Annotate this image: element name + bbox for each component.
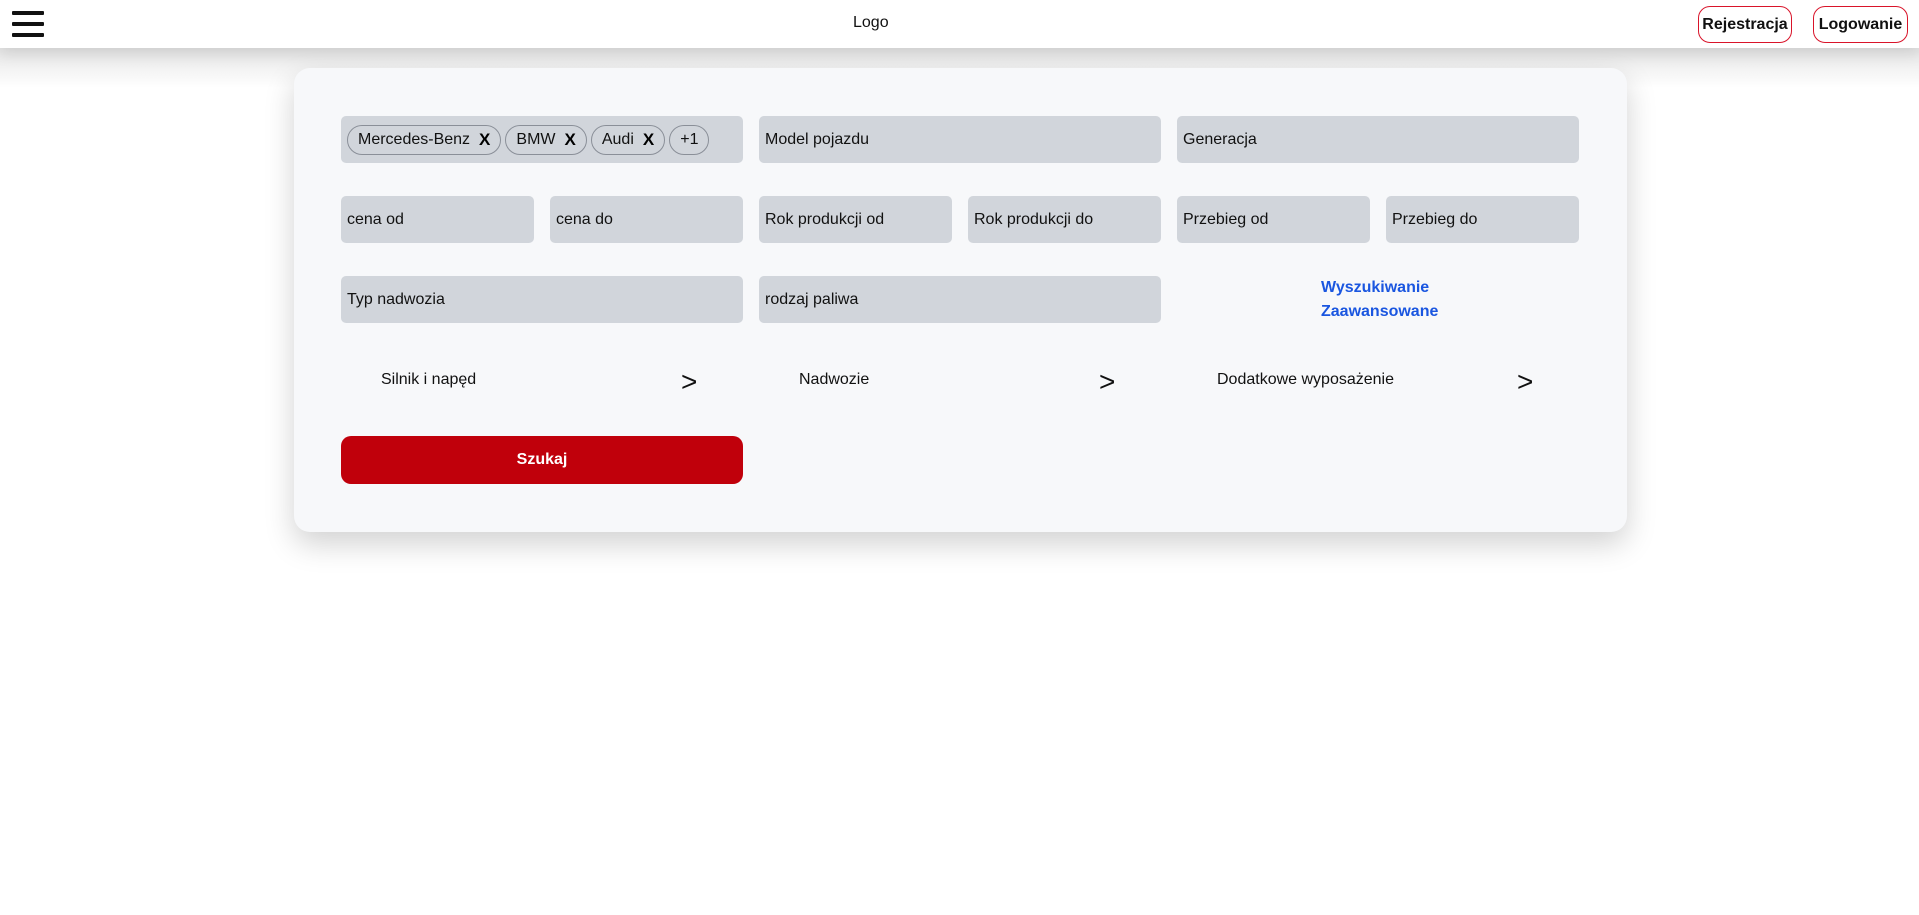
- fuel-type-select[interactable]: rodzaj paliwa: [759, 276, 1161, 323]
- search-button[interactable]: Szukaj: [341, 436, 743, 484]
- register-button[interactable]: Rejestracja: [1698, 6, 1792, 43]
- logo[interactable]: Logo: [853, 14, 889, 32]
- remove-chip-icon[interactable]: X: [565, 130, 576, 150]
- hamburger-menu-icon[interactable]: [12, 11, 44, 37]
- remove-chip-icon[interactable]: X: [479, 130, 490, 150]
- chip-label: Audi: [601, 130, 634, 148]
- body-type-select[interactable]: Typ nadwozia: [341, 276, 743, 323]
- expander-label: Dodatkowe wyposażenie: [1217, 371, 1394, 388]
- year-to-input[interactable]: Rok produkcji do: [968, 196, 1161, 243]
- login-button[interactable]: Logowanie: [1813, 6, 1908, 43]
- advanced-search-link[interactable]: Wyszukiwanie Zaawansowane: [1321, 276, 1451, 324]
- chevron-right-icon: >: [1099, 366, 1116, 397]
- expander-label: Silnik i napęd: [381, 371, 477, 388]
- mileage-to-input[interactable]: Przebieg do: [1386, 196, 1579, 243]
- remove-chip-icon[interactable]: X: [643, 130, 654, 150]
- brand-multiselect[interactable]: Mercedes-Benz X BMW X Audi X +1: [341, 116, 743, 163]
- model-select[interactable]: Model pojazdu: [759, 116, 1161, 163]
- more-brands-chip[interactable]: +1: [669, 124, 710, 155]
- generation-select[interactable]: Generacja: [1177, 116, 1579, 163]
- expander-extra-equipment[interactable]: Dodatkowe wyposażenie >: [1217, 360, 1537, 408]
- price-from-input[interactable]: cena od: [341, 196, 534, 243]
- brand-chip: BMW X: [505, 124, 587, 155]
- expander-engine-drive[interactable]: Silnik i napęd >: [381, 360, 701, 408]
- brand-chip: Audi X: [590, 124, 666, 155]
- top-navbar: Logo Rejestracja Logowanie: [0, 0, 1919, 48]
- chip-label: Mercedes-Benz: [358, 130, 471, 148]
- year-from-input[interactable]: Rok produkcji od: [759, 196, 952, 243]
- chevron-right-icon: >: [1517, 366, 1534, 397]
- chip-label: BMW: [516, 130, 556, 148]
- expander-label: Nadwozie: [799, 371, 870, 388]
- expander-body[interactable]: Nadwozie >: [799, 360, 1119, 408]
- price-to-input[interactable]: cena do: [550, 196, 743, 243]
- mileage-from-input[interactable]: Przebieg od: [1177, 196, 1370, 243]
- chevron-right-icon: >: [681, 366, 698, 397]
- brand-chip: Mercedes-Benz X: [347, 124, 502, 155]
